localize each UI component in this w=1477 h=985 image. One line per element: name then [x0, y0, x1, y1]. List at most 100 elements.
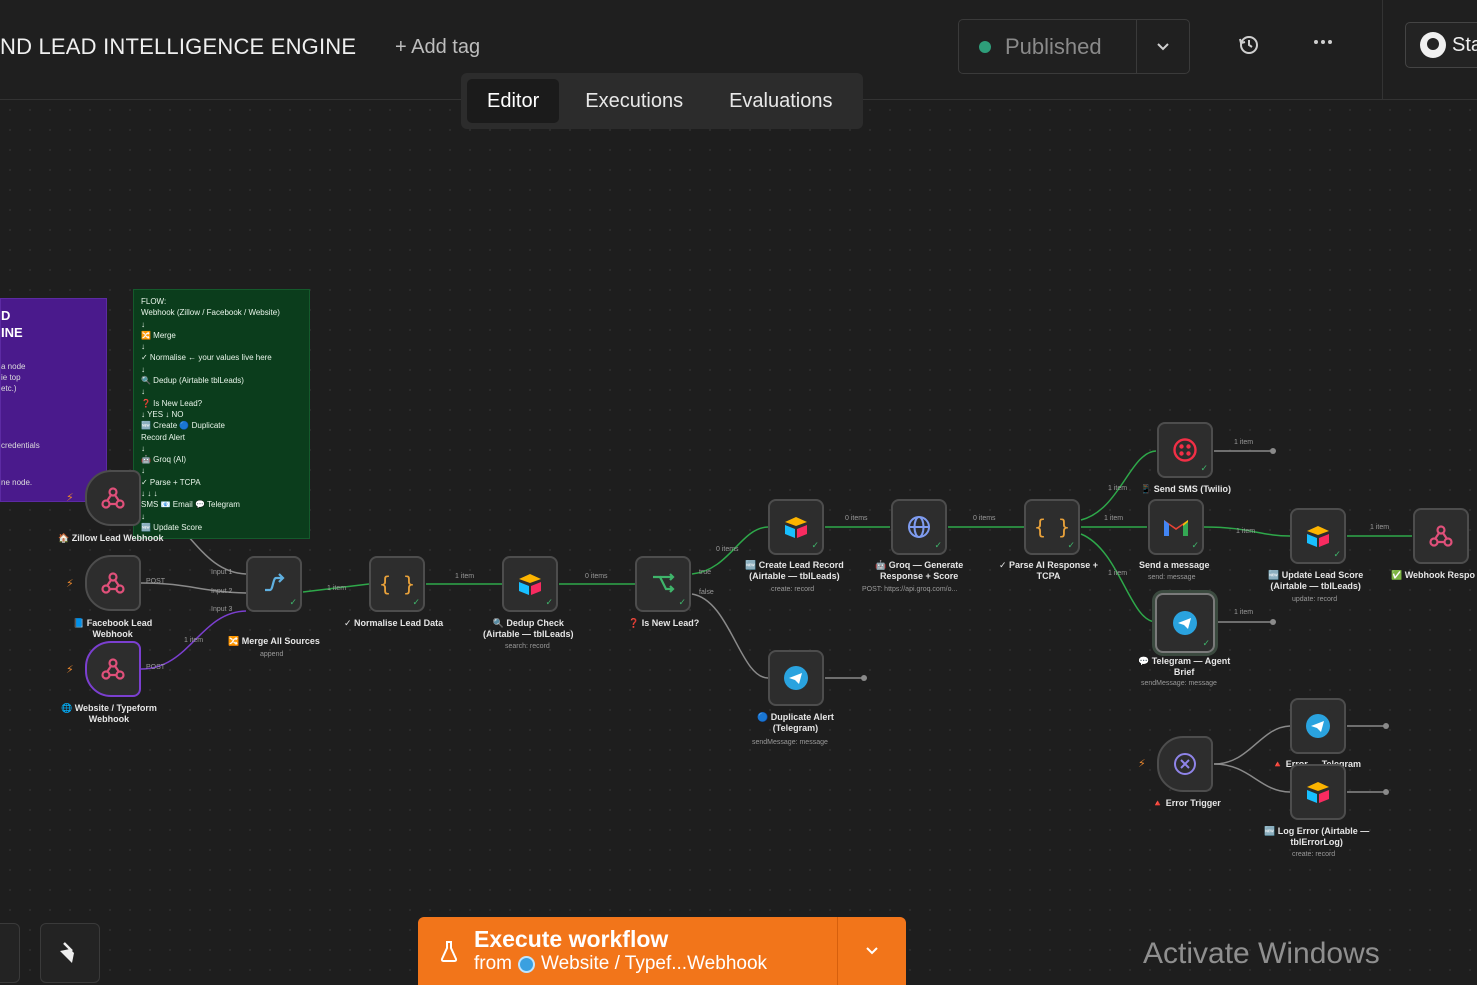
normalise-node[interactable]: { } ✓: [369, 556, 425, 612]
webhook-response-node[interactable]: [1413, 508, 1469, 564]
groq-sublabel: POST: https://api.groq.com/o...: [862, 586, 958, 593]
telegram-icon: [1306, 714, 1330, 738]
connection-item-count: 1 item: [1234, 439, 1254, 446]
update-lead-score-label: 🆕 Update Lead Score (Airtable — tblLeads…: [1268, 570, 1363, 592]
label-line: Response + Score: [879, 571, 959, 581]
flow-line: 🆕 Create 🔵 Duplicate: [141, 421, 225, 431]
label-line: tblErrorLog): [1290, 837, 1343, 847]
label-line: Webhook: [88, 714, 130, 724]
parse-ai-response-label: ✓ Parse AI Response + TCPA: [999, 560, 1098, 582]
flow-line: ↓: [141, 387, 145, 397]
execute-dropdown-button[interactable]: [838, 917, 906, 985]
sticky-title-line: D: [1, 308, 11, 323]
label-line: Brief: [1173, 667, 1195, 677]
flow-line: 🆕 Update Score: [141, 522, 203, 532]
facebook-webhook-node[interactable]: [85, 555, 141, 611]
zillow-webhook-node[interactable]: [85, 470, 141, 526]
dedup-check-sublabel: search: record: [505, 643, 550, 650]
flow-line: 🔍 Dedup (Airtable tblLeads): [141, 376, 244, 386]
success-check-icon: ✓: [412, 597, 420, 607]
webhook-icon: [101, 487, 125, 509]
flow-line: ↓: [141, 443, 145, 453]
zillow-webhook-label: 🏠 Zillow Lead Webhook: [58, 533, 164, 543]
label-line: (Airtable — tblLeads): [749, 571, 840, 581]
airtable-icon: [1307, 782, 1329, 803]
connection-item-count: 1 item: [1108, 570, 1128, 577]
telegram-agent-sublabel: sendMessage: message: [1141, 680, 1217, 687]
code-braces-icon: { }: [378, 572, 416, 596]
connection-item-count: 1 item: [1104, 515, 1124, 522]
telegram-agent-brief-node[interactable]: ✓: [1155, 593, 1215, 653]
send-sms-label: 📱 Send SMS (Twilio): [1140, 484, 1232, 494]
update-lead-score-node[interactable]: ✓: [1290, 508, 1346, 564]
success-check-icon: ✓: [811, 540, 819, 550]
execute-workflow-button[interactable]: Execute workflow from Website / Typef...…: [418, 917, 838, 985]
connection-item-count: 1 item: [1236, 528, 1256, 535]
telegram-agent-label: 💬 Telegram — Agent Brief: [1138, 656, 1230, 678]
success-check-icon: ✓: [1067, 540, 1075, 550]
sticky-note-purple[interactable]: D INE a node ie top etc.) credentials ne…: [0, 298, 107, 502]
parse-ai-response-node[interactable]: { } ✓: [1024, 499, 1080, 555]
trigger-bolt-icon: ⚡: [66, 664, 74, 676]
dedup-check-node[interactable]: ✓: [502, 556, 558, 612]
log-error-node[interactable]: [1290, 764, 1346, 820]
flow-line: ✓ Normalise ← your values live here: [141, 353, 272, 363]
label-line: 🔍 Dedup Check: [492, 618, 564, 628]
connection-item-count: 1 item: [184, 637, 204, 644]
connection-item-count: 0 items: [716, 546, 739, 553]
is-new-lead-node[interactable]: ✓: [635, 556, 691, 612]
webhook-icon: [101, 572, 125, 594]
label-line: 🌐 Website / Typeform: [61, 703, 157, 713]
label-line: 🤖 Groq — Generate: [875, 560, 964, 570]
sticky-title-line: INE: [1, 325, 23, 340]
success-check-icon: ✓: [1200, 463, 1208, 473]
send-sms-twilio-node[interactable]: ✓: [1157, 422, 1213, 478]
branch-true-label: true: [699, 569, 712, 576]
duplicate-alert-sublabel: sendMessage: message: [752, 739, 828, 746]
connection-item-count: 0 items: [585, 573, 608, 580]
merge-label: 🔀 Merge All Sources: [228, 636, 320, 646]
success-check-icon: ✓: [289, 597, 297, 607]
label-line: 🔵 Duplicate Alert: [757, 712, 834, 722]
website-webhook-node[interactable]: [85, 641, 141, 697]
success-check-icon: ✓: [1333, 549, 1341, 559]
label-line: (Telegram): [772, 723, 819, 733]
error-telegram-node[interactable]: [1290, 698, 1346, 754]
flow-line: ↓ YES ↓ NO: [141, 409, 184, 419]
execute-workflow-control: Execute workflow from Website / Typef...…: [418, 917, 906, 985]
flow-line: ✓ Parse + TCPA: [141, 477, 201, 487]
merge-input-label: Input 1: [211, 569, 233, 576]
error-trigger-node[interactable]: [1157, 736, 1213, 792]
label-line: 📘 Facebook Lead: [73, 618, 153, 628]
groq-node[interactable]: ✓: [891, 499, 947, 555]
flask-icon: [440, 941, 458, 962]
tidy-up-button[interactable]: [40, 923, 100, 983]
groq-label: 🤖 Groq — Generate Response + Score: [875, 560, 963, 582]
create-lead-record-node[interactable]: ✓: [768, 499, 824, 555]
activate-windows-watermark: Activate Windows: [1143, 937, 1380, 970]
facebook-webhook-label: 📘 Facebook Lead Webhook: [73, 618, 152, 640]
zoom-tool-button[interactable]: [0, 923, 20, 983]
sticky-text-line: a node: [1, 362, 26, 371]
execute-workflow-label: Execute workflow: [474, 926, 669, 952]
success-check-icon: ✓: [1191, 540, 1199, 550]
airtable-icon: [1307, 526, 1329, 547]
flow-line: ↓: [141, 364, 145, 374]
label-line: (Airtable — tblLeads): [1270, 581, 1361, 591]
flow-line: ↓ ↓ ↓: [141, 489, 158, 499]
label-line: Webhook: [92, 629, 133, 639]
connection-item-count: 1 item: [327, 585, 347, 592]
duplicate-alert-node[interactable]: [768, 650, 824, 706]
send-message-gmail-node[interactable]: ✓: [1148, 499, 1204, 555]
sticky-note-flow[interactable]: FLOW: Webhook (Zillow / Facebook / Websi…: [133, 289, 310, 539]
sticky-text-line: credentials: [1, 441, 40, 450]
normalise-label: ✓ Normalise Lead Data: [344, 618, 444, 628]
merge-node[interactable]: ✓: [246, 556, 302, 612]
trigger-bolt-icon: ⚡: [66, 492, 74, 504]
chevron-down-icon: [866, 947, 878, 955]
twilio-icon: [1173, 438, 1197, 462]
airtable-icon: [519, 574, 541, 595]
trigger-bolt-icon: ⚡: [1138, 758, 1146, 770]
connection-item-count: 0 items: [973, 515, 996, 522]
connection-item-count: 1 item: [1108, 485, 1128, 492]
